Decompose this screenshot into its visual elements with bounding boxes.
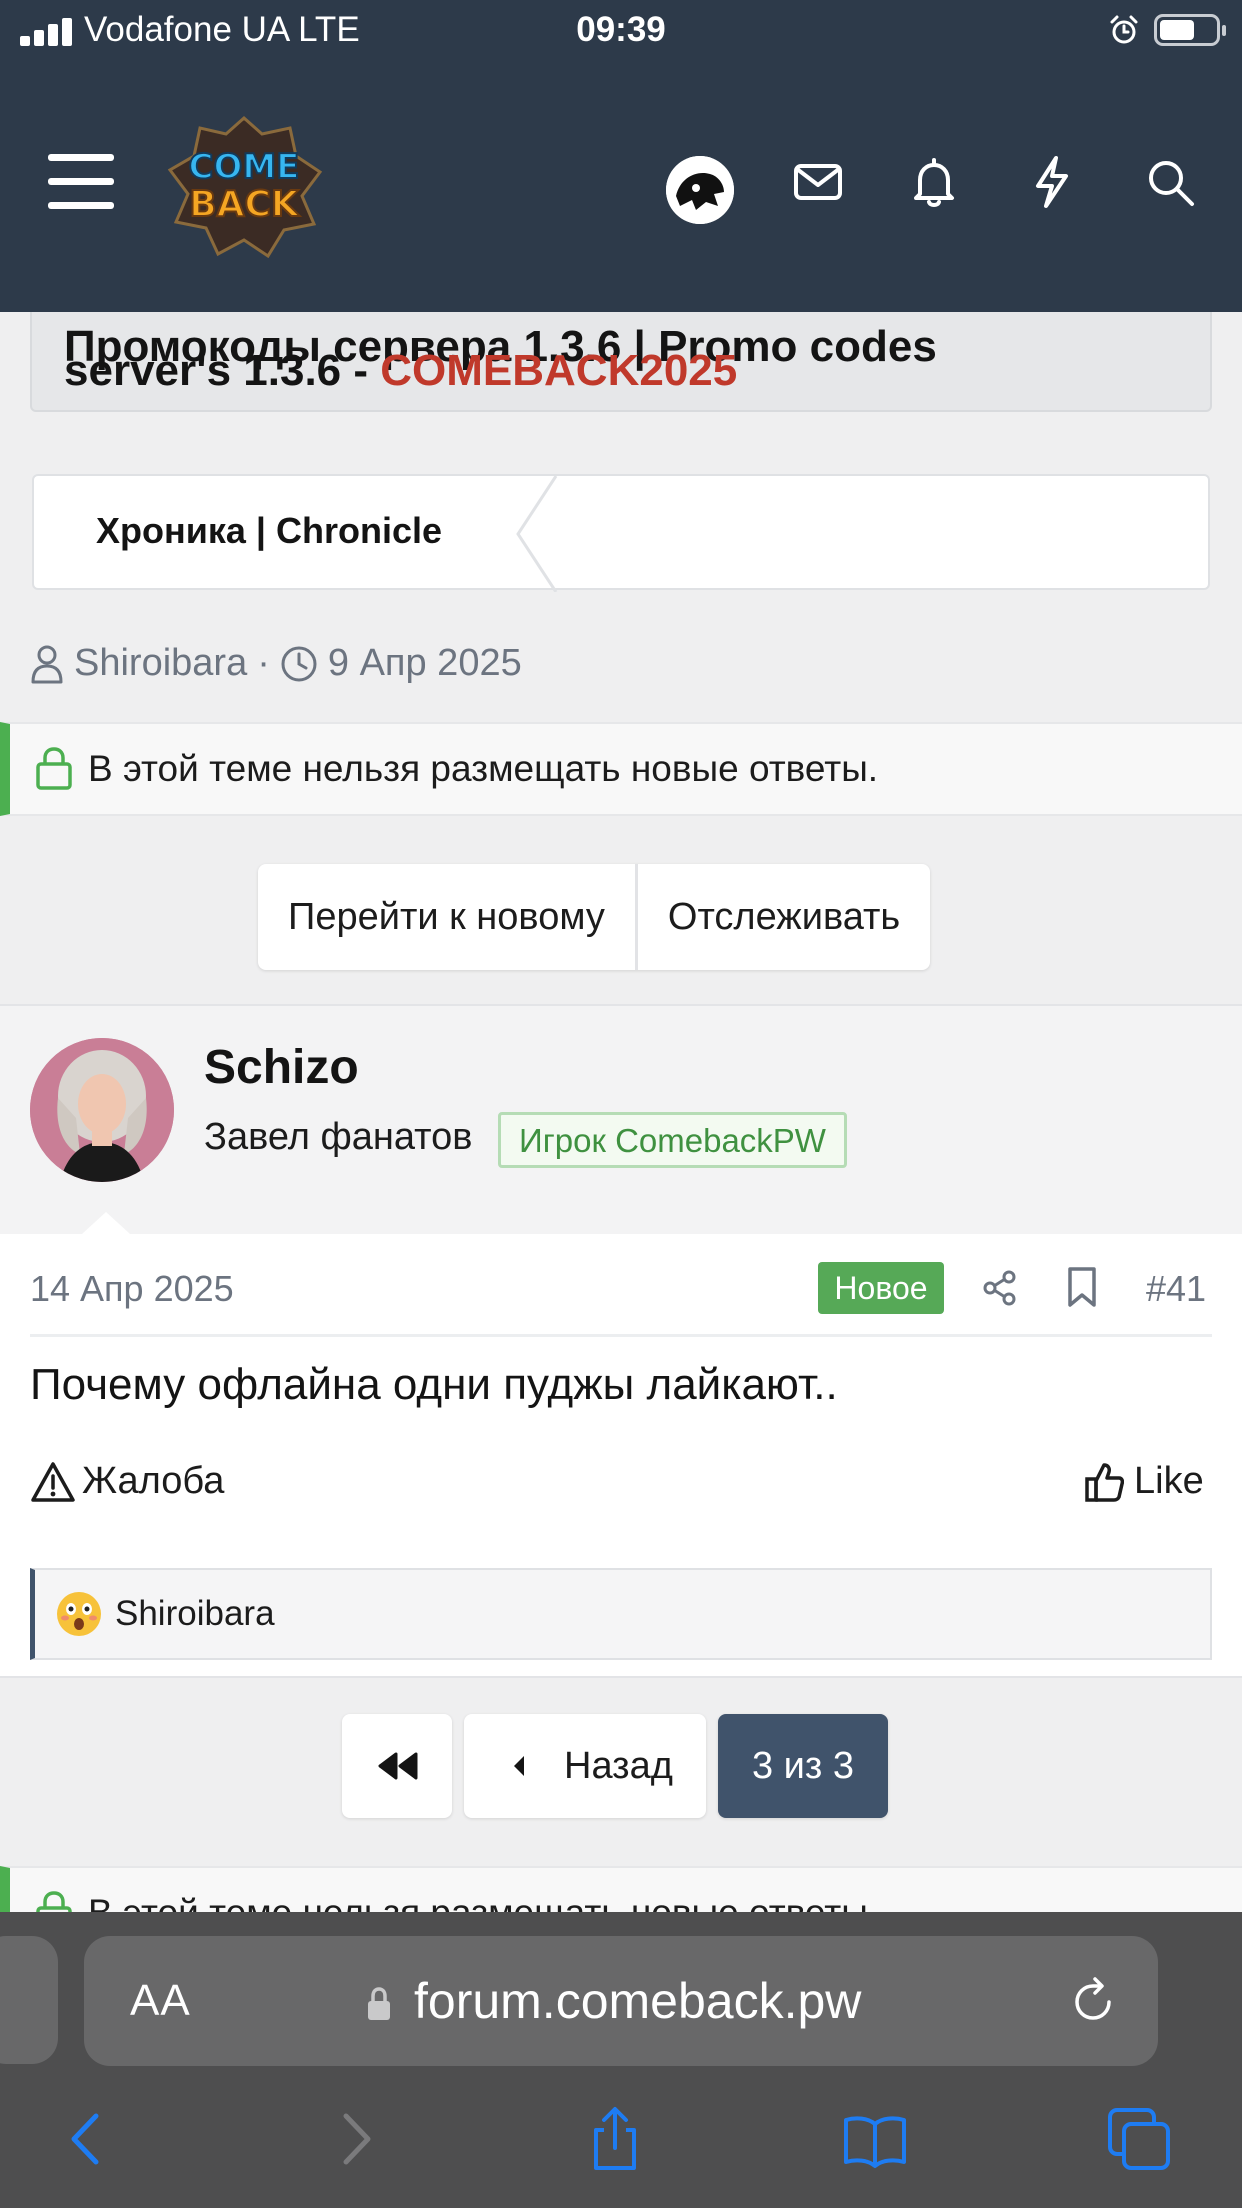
user-avatar[interactable] [666,156,734,224]
app-header: COME BACK [0,62,1242,312]
report-label: Жалоба [82,1460,225,1502]
thumbs-up-icon [1085,1462,1124,1502]
previous-tab[interactable] [0,1936,58,2064]
current-page[interactable]: 3 из 3 [718,1714,888,1818]
warning-icon [31,1461,75,1502]
locked-notice-text: В этой теме нельзя размещать новые ответ… [88,748,879,789]
divider [30,1334,1212,1337]
reaction-user[interactable]: Shiroibara [115,1594,275,1634]
forward-icon[interactable] [320,2104,390,2174]
mail-icon[interactable] [788,152,848,212]
user-icon [31,645,63,683]
lock-icon [36,747,72,790]
alarm-icon [1110,15,1138,44]
locked-notice-bottom: В этой теме нельзя размещать новые ответ… [0,1866,1242,1912]
post-user-block: Schizo Завел фанатов Игрок ComebackPW [0,1004,1242,1244]
breadcrumb[interactable]: Хроника | Chronicle [32,474,1210,592]
poster-title: Завел фанатов [204,1116,473,1158]
locked-notice: В этой теме нельзя размещать новые ответ… [0,722,1242,816]
clock: 09:39 [576,10,666,49]
bell-icon[interactable] [904,152,964,212]
post-pointer [82,1212,130,1234]
site-logo[interactable]: COME BACK [164,112,324,262]
thread-meta: Shiroibara · 9 Апр 2025 [30,642,522,685]
back-icon[interactable] [52,2104,122,2174]
reactions-bar[interactable]: Shiroibara [30,1568,1212,1660]
thread-author[interactable]: Shiroibara [74,642,247,685]
lock-icon [36,1891,72,1912]
astonished-emoji-icon [57,1592,101,1636]
double-chevron-left-icon [378,1752,418,1780]
prev-page-button[interactable]: Назад [464,1714,706,1818]
report-button[interactable]: Жалоба [30,1460,224,1503]
promo-code: COMEBACK2025 [380,346,738,395]
address-bar[interactable]: AA forum.comeback.pw [84,1936,1158,2066]
poster-username[interactable]: Schizo [204,1040,359,1095]
svg-text:BACK: BACK [189,184,300,225]
post-number[interactable]: #41 [1146,1268,1206,1310]
watch-button[interactable]: Отслеживать [634,864,930,970]
post-date[interactable]: 14 Апр 2025 [30,1268,234,1310]
battery-icon [1154,14,1226,46]
svg-text:COME: COME [189,147,300,187]
tabs-icon[interactable] [1104,2104,1174,2174]
like-button[interactable]: Like [1084,1460,1204,1503]
share-sheet-icon[interactable] [580,2104,650,2174]
poster-avatar[interactable] [30,1038,174,1182]
thread-actions: Перейти к новому Отслеживать [258,864,931,970]
locked-notice-text: В этой теме нельзя размещать новые ответ… [88,1892,878,1912]
page-content: Промокоды сервера 1.3.6 | Promo codes se… [0,312,1242,1912]
reload-icon[interactable] [1066,1974,1120,2028]
caret-left-icon [514,1756,524,1776]
goto-new-button[interactable]: Перейти к новому [258,864,635,970]
thread-title: Промокоды сервера 1.3.6 | Promo codes se… [30,312,1212,412]
bookmarks-icon[interactable] [840,2104,910,2174]
first-page-button[interactable] [342,1714,452,1818]
menu-icon[interactable] [48,154,114,210]
breadcrumb-item[interactable]: Хроника | Chronicle [96,510,442,552]
like-label: Like [1134,1460,1204,1502]
status-bar: Vodafone UA LTE 09:39 [0,0,1242,62]
thread-title-line2: server's 1.3.6 - COMEBACK2025 [64,346,738,395]
new-badge: Новое [818,1262,944,1314]
thread-date[interactable]: 9 Апр 2025 [328,642,522,685]
reader-settings-button[interactable]: AA [130,1976,191,2026]
post: 14 Апр 2025 Новое #41 Почему офлайна одн… [0,1234,1242,1678]
clock-icon [281,646,317,681]
url-text[interactable]: forum.comeback.pw [414,1972,861,2030]
prev-page-label: Назад [564,1745,673,1787]
lock-icon [368,1987,390,2020]
search-icon[interactable] [1140,152,1200,212]
share-icon[interactable] [980,1268,1020,1308]
breadcrumb-chevron [516,476,558,592]
lightning-icon[interactable] [1022,152,1082,212]
post-text: Почему офлайна одни пуджы лайкают.. [30,1360,838,1409]
bookmark-icon[interactable] [1064,1266,1100,1308]
browser-toolbar: AA forum.comeback.pw [0,1912,1242,2208]
user-group-badge: Игрок ComebackPW [498,1112,847,1168]
